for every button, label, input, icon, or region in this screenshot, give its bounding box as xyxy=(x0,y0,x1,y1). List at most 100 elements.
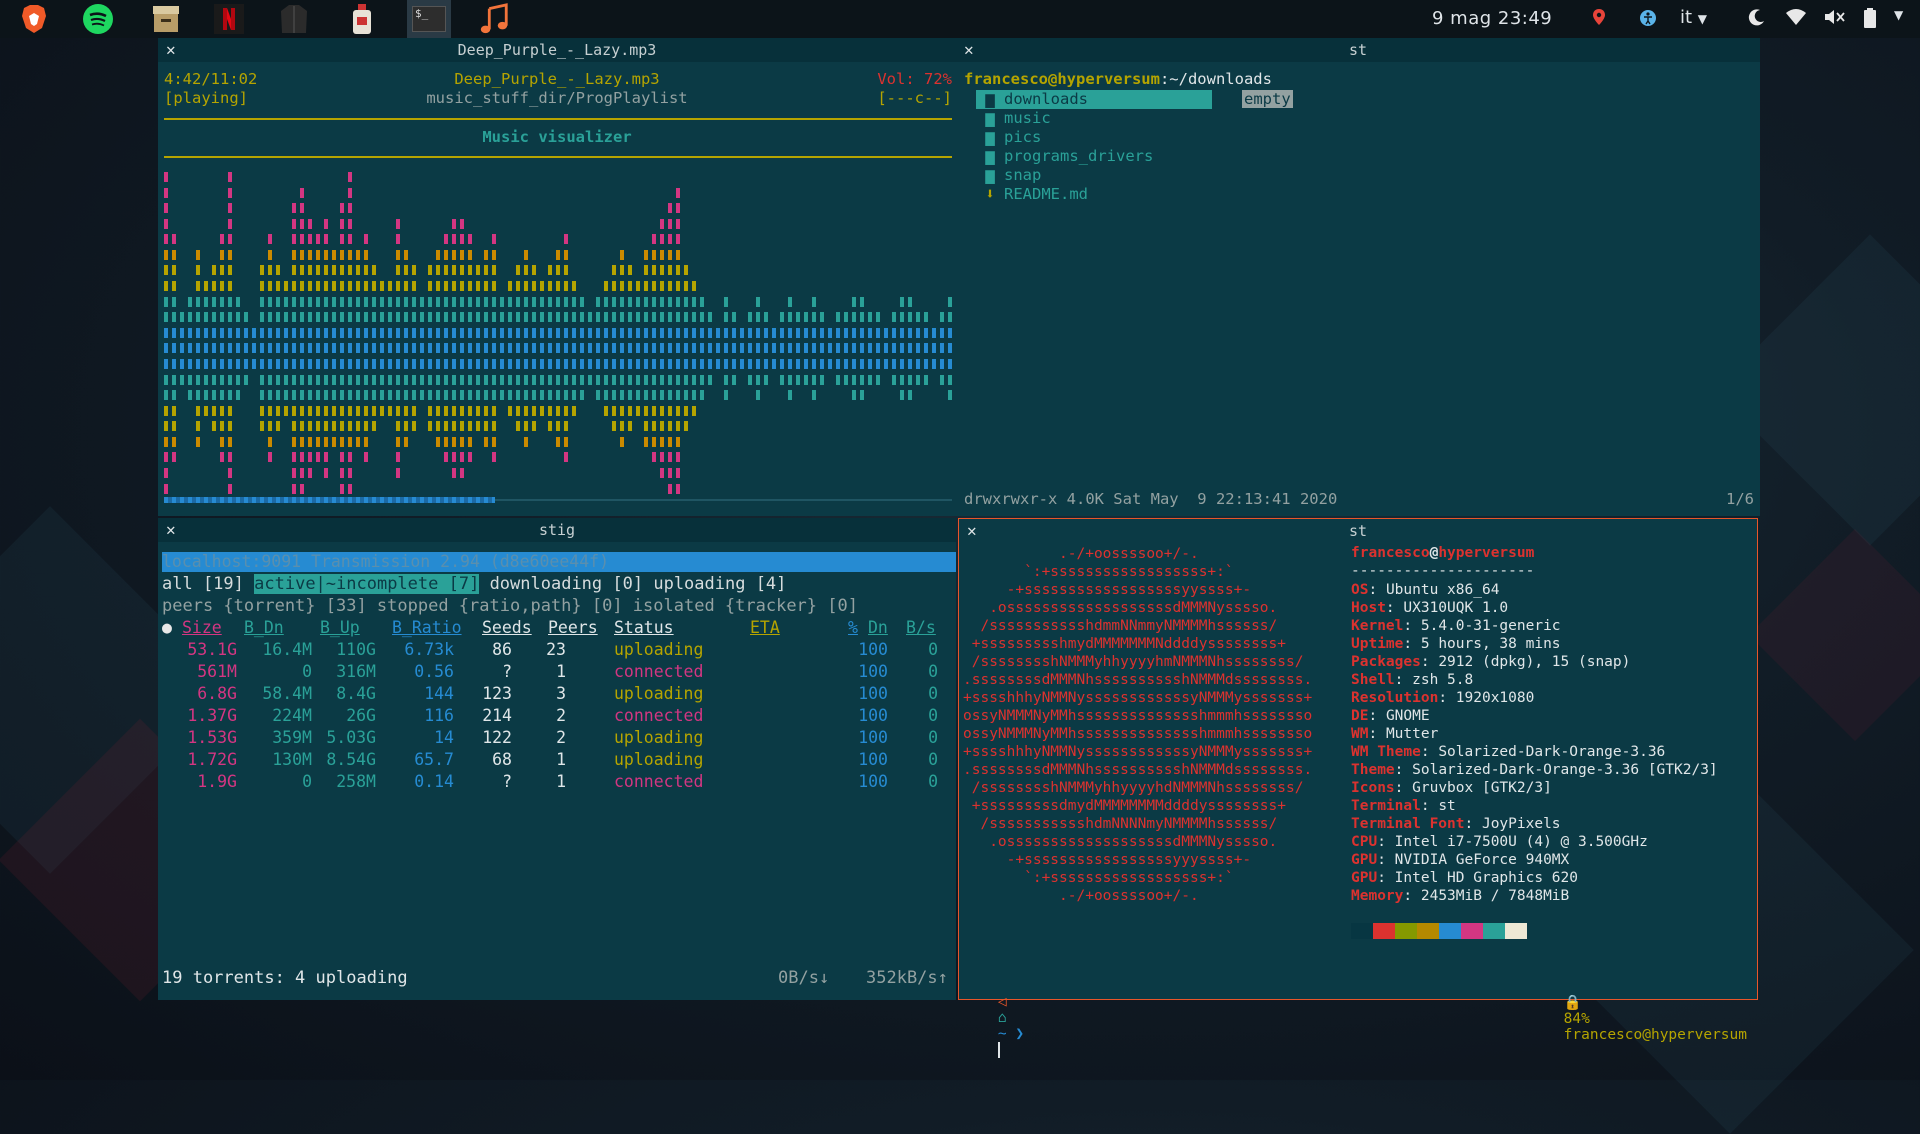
ascii-line: /sssssssshNMMMyhhyyyyhdNMMMNhssssssss/ xyxy=(963,780,1304,796)
visualizer-bar xyxy=(596,374,600,385)
volume-muted-icon[interactable] xyxy=(1824,9,1846,30)
tab-bar-secondary[interactable]: peers {torrent} [33] stopped {ratio,path… xyxy=(162,596,858,616)
file-entry[interactable]: ▆ music xyxy=(976,109,1212,128)
location-pin-icon[interactable] xyxy=(1592,8,1606,31)
keyboard-layout-indicator[interactable]: it ▼ xyxy=(1680,7,1707,28)
visualizer-bar xyxy=(460,281,464,292)
visualizer-bar xyxy=(180,374,184,385)
visualizer-bar xyxy=(660,312,664,323)
col-seeds[interactable]: Seeds xyxy=(482,618,532,637)
table-row[interactable]: 53.1G 16.4M 110G 6.73k 86 23 uploading 100 0 xyxy=(162,640,952,662)
table-row[interactable]: 1.72G 130M 8.54G 65.7 68 1 uploading 100 0 xyxy=(162,750,952,772)
visualizer-bar xyxy=(492,343,496,354)
visualizer-bar xyxy=(452,452,456,463)
archive-icon[interactable] xyxy=(150,3,182,35)
visualizer-bar xyxy=(868,327,872,338)
table-row[interactable]: 1.37G 224M 26G 116 214 2 connected 100 0 xyxy=(162,706,952,728)
cell-ratio: 144 xyxy=(424,684,454,703)
info-key: Shell xyxy=(1351,672,1395,688)
visualizer-bar xyxy=(452,218,456,229)
col-dn-rate[interactable]: Dn xyxy=(868,618,888,637)
accessibility-icon[interactable] xyxy=(1639,9,1657,32)
night-mode-icon[interactable] xyxy=(1748,8,1766,31)
netflix-icon[interactable] xyxy=(213,3,245,35)
visualizer-bar xyxy=(516,265,520,276)
clock[interactable]: 9 mag 23:49 xyxy=(1432,8,1552,29)
text-cursor[interactable] xyxy=(997,1042,1000,1058)
tab-active[interactable]: active|~incomplete [7] xyxy=(254,574,480,594)
file-entry[interactable]: ▆ programs_drivers xyxy=(976,147,1212,166)
visualizer-bar xyxy=(820,343,824,354)
visualizer-bar xyxy=(308,468,312,479)
visualizer-bar xyxy=(636,374,640,385)
visualizer-bar xyxy=(820,358,824,369)
visualizer-bar xyxy=(916,327,920,338)
visualizer-bar xyxy=(492,421,496,432)
jacket-icon[interactable] xyxy=(278,3,310,35)
bottle-icon[interactable] xyxy=(346,3,378,35)
visualizer-bar xyxy=(884,327,888,338)
battery-icon[interactable] xyxy=(1864,8,1876,33)
visualizer-bar xyxy=(636,343,640,354)
music-note-icon[interactable] xyxy=(478,3,510,35)
visualizer-bar xyxy=(452,374,456,385)
col-pct[interactable]: % xyxy=(848,618,858,637)
wifi-icon[interactable] xyxy=(1786,9,1806,30)
spotify-icon[interactable] xyxy=(82,3,114,35)
visualizer-bar xyxy=(396,374,400,385)
col-status[interactable]: Status xyxy=(614,618,674,637)
file-entry[interactable]: ▆ downloads xyxy=(976,90,1212,109)
col-eta[interactable]: ETA xyxy=(750,618,780,637)
visualizer-bar xyxy=(492,234,496,245)
visualizer-bar xyxy=(812,296,816,307)
file-entry[interactable]: ▆ snap xyxy=(976,166,1212,185)
visualizer-bar xyxy=(348,265,352,276)
visualizer-bar xyxy=(444,390,448,401)
tab-downloading[interactable]: downloading [0] xyxy=(490,574,644,594)
col-peers[interactable]: Peers xyxy=(548,618,598,637)
file-name: downloads xyxy=(1004,90,1088,108)
visualizer-bar xyxy=(908,343,912,354)
col-size[interactable]: Size xyxy=(182,618,222,637)
table-row[interactable]: 1.9G 0 258M 0.14? 1 connected 100 0 xyxy=(162,772,952,794)
visualizer-bar xyxy=(436,312,440,323)
visualizer-bar xyxy=(428,265,432,276)
visualizer-bar xyxy=(852,343,856,354)
tab-uploading[interactable]: uploading [4] xyxy=(653,574,786,594)
visualizer-bar xyxy=(428,343,432,354)
visualizer-bar xyxy=(940,358,944,369)
close-icon[interactable]: ✕ xyxy=(967,521,977,540)
tab-all[interactable]: all [19] xyxy=(162,574,244,594)
visualizer-bar xyxy=(668,421,672,432)
visualizer-bar xyxy=(212,265,216,276)
visualizer-bar xyxy=(676,390,680,401)
visualizer-bar xyxy=(404,374,408,385)
visualizer-bar xyxy=(812,312,816,323)
visualizer-bar xyxy=(908,296,912,307)
visualizer-bar xyxy=(524,421,528,432)
col-up[interactable]: B_Up xyxy=(320,618,360,637)
table-row[interactable]: 6.8G 58.4M 8.4G 144 123 3 uploading 100 0 xyxy=(162,684,952,706)
table-row[interactable]: 1.53G 359M 5.03G 14 122 2 uploading 100 0 xyxy=(162,728,952,750)
cell-status: connected xyxy=(614,706,704,725)
visualizer-bar xyxy=(668,468,672,479)
table-row[interactable]: 561M 0 316M 0.56? 1 connected 100 0 xyxy=(162,662,952,684)
terminal-icon[interactable]: $_ xyxy=(407,0,451,38)
volume-level[interactable]: Vol: 72% xyxy=(877,70,952,88)
col-bs[interactable]: B/s xyxy=(906,618,936,637)
info-line: OS: Ubuntu x86_64 xyxy=(1351,581,1718,599)
brave-lion-icon[interactable] xyxy=(18,3,50,35)
col-dn[interactable]: B_Dn xyxy=(244,618,284,637)
info-value: Solarized-Dark-Orange-3.36 [GTK2/3] xyxy=(1412,762,1718,778)
visualizer-bar xyxy=(924,374,928,385)
col-ratio[interactable]: B_Ratio xyxy=(392,618,462,637)
file-entry[interactable]: ⬇ README.md xyxy=(976,185,1212,204)
visualizer-bar xyxy=(564,358,568,369)
visualizer-bar xyxy=(900,312,904,323)
progress-track[interactable] xyxy=(164,497,952,503)
file-entry[interactable]: ▆ pics xyxy=(976,128,1212,147)
visualizer-bar xyxy=(428,327,432,338)
visualizer-bar xyxy=(364,436,368,447)
visualizer-bar xyxy=(444,234,448,245)
system-menu-chevron-icon[interactable]: ▼ xyxy=(1894,8,1903,22)
